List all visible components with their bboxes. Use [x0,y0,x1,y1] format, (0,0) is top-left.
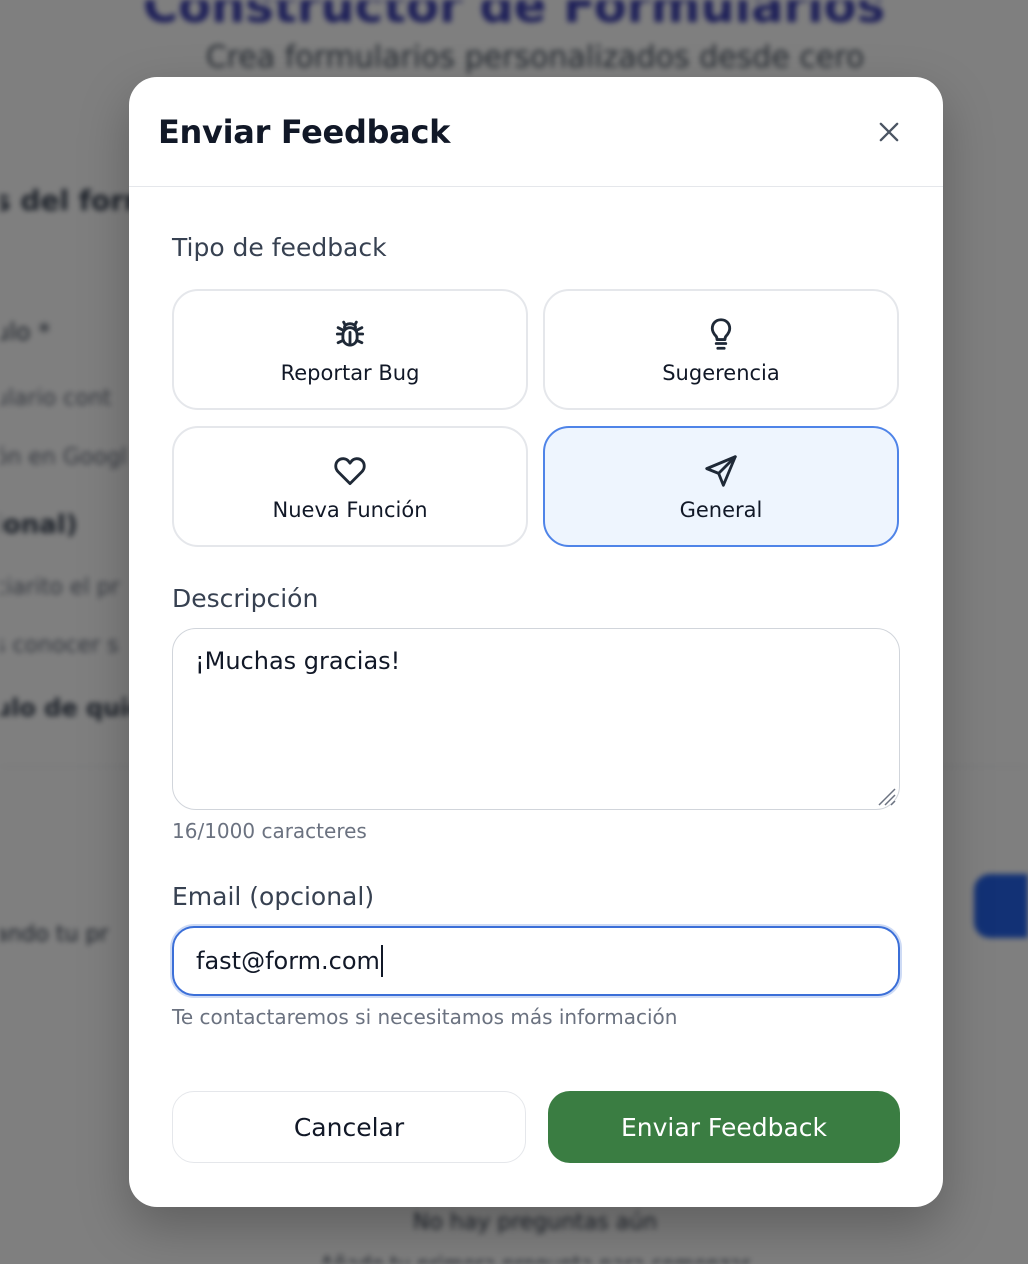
modal-title: Enviar Feedback [158,112,451,151]
resize-grip-icon[interactable] [875,785,897,807]
type-option-label: Reportar Bug [280,360,420,385]
type-option-suggestion[interactable]: Sugerencia [543,289,899,410]
text-caret [380,945,383,977]
send-icon [705,454,737,487]
feedback-modal: Enviar Feedback Tipo de feedback Reporta… [129,77,943,1207]
cancel-button[interactable]: Cancelar [172,1091,526,1163]
type-option-general[interactable]: General [543,426,899,547]
email-label: Email (opcional) [172,882,375,911]
email-value: fast@form.com [196,947,380,975]
modal-header: Enviar Feedback [129,77,943,187]
email-field[interactable]: fast@form.com [172,926,900,996]
feedback-type-label: Tipo de feedback [172,233,387,262]
submit-feedback-button[interactable]: Enviar Feedback [548,1091,900,1163]
description-textarea[interactable]: ¡Muchas gracias! [172,628,900,810]
type-option-label: General [679,497,763,522]
type-option-bug[interactable]: Reportar Bug [172,289,528,410]
email-hint: Te contactaremos si necesitamos más info… [172,1005,678,1029]
description-value: ¡Muchas gracias! [195,647,401,675]
close-button[interactable] [871,114,907,150]
heart-icon [334,456,366,485]
type-option-label: Nueva Función [272,497,428,522]
description-label: Descripción [172,584,319,613]
type-option-label: Sugerencia [662,360,780,385]
character-count: 16/1000 caracteres [172,819,367,843]
close-icon [879,122,899,141]
type-option-feature[interactable]: Nueva Función [172,426,528,547]
lightbulb-icon [710,317,732,350]
bug-icon [335,320,365,347]
